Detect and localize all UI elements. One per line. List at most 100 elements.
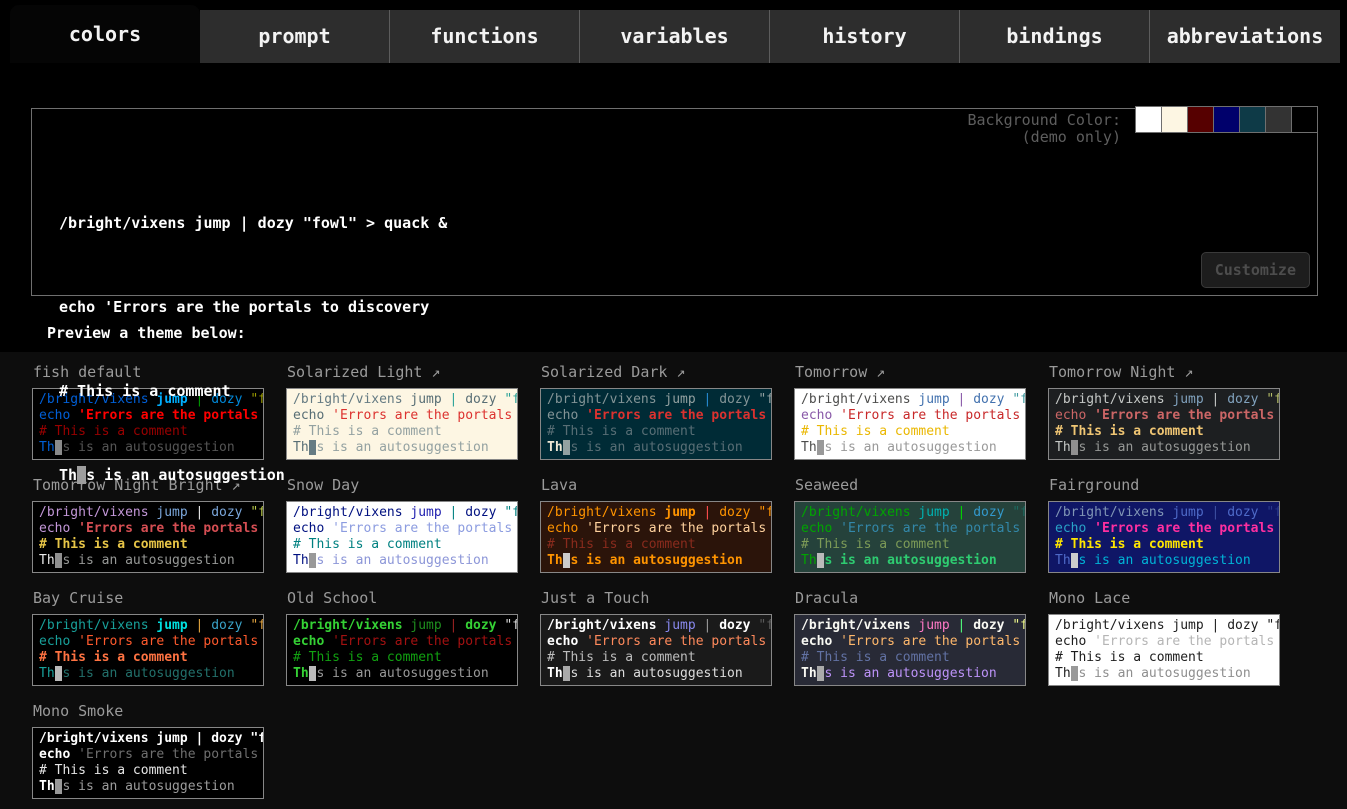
theme-sample-command-line: /bright/vixens jump | dozy "fowl" > quac… bbox=[39, 731, 263, 747]
theme-sample-autosuggestion-line: This is an autosuggestion bbox=[547, 666, 771, 682]
token-echo: echo bbox=[547, 634, 578, 649]
theme-sample-comment-line: # This is a comment bbox=[1055, 650, 1279, 666]
token-quote: "fowl" > quack & bbox=[758, 618, 772, 633]
theme-sample-autosuggestion-line: This is an autosuggestion bbox=[547, 553, 771, 569]
theme-sample-command-line: /bright/vixens jump | dozy "fowl" > quac… bbox=[293, 618, 517, 634]
tab-variables[interactable]: variables bbox=[580, 10, 770, 63]
token-typed: Th bbox=[1055, 666, 1071, 681]
token-path: /bright/vixens bbox=[801, 618, 911, 633]
token-typed: Th bbox=[293, 666, 309, 681]
token-autosuggestion: s is an autosuggestion bbox=[570, 553, 742, 568]
theme-title: Mono Smoke bbox=[32, 699, 265, 727]
token-quote: "fowl" > quack & bbox=[250, 618, 264, 633]
token-pipe: | bbox=[196, 618, 204, 633]
token-quote: "fowl" > quack & bbox=[250, 731, 264, 746]
swatch-maroon[interactable] bbox=[1187, 106, 1214, 133]
token-typed: Th bbox=[293, 553, 309, 568]
background-color-label-line1: Background Color: bbox=[967, 111, 1121, 129]
token-autosuggestion: s is an autosuggestion bbox=[570, 666, 742, 681]
theme-sample-comment-line: # This is a comment bbox=[801, 650, 1025, 666]
theme-sample-error-line: echo 'Errors are the portals to discover… bbox=[801, 634, 1025, 650]
tab-colors[interactable]: colors bbox=[10, 5, 200, 63]
token-error: 'Errors are the portals to discovery bbox=[586, 634, 772, 649]
theme-title: Dracula bbox=[794, 586, 1027, 614]
sample-line-autosuggestion: This is an autosuggestion bbox=[59, 461, 1317, 489]
tab-history[interactable]: history bbox=[770, 10, 960, 63]
token-echo: echo bbox=[39, 747, 70, 762]
theme-sample-error-line: echo 'Errors are the portals to discover… bbox=[547, 634, 771, 650]
theme-sample-autosuggestion-line: This is an autosuggestion bbox=[39, 666, 263, 682]
theme-sample-error-line: echo 'Errors are the portals to discover… bbox=[293, 634, 517, 650]
token-typed: Th bbox=[39, 553, 55, 568]
token-command2: dozy bbox=[719, 618, 750, 633]
token-autosuggestion: s is an autosuggestion bbox=[824, 553, 996, 568]
token-path: /bright/vixens bbox=[293, 618, 403, 633]
token-echo: echo bbox=[293, 634, 324, 649]
theme-title: Mono Lace bbox=[1048, 586, 1281, 614]
token-error: 'Errors are the portals to discovery bbox=[78, 634, 264, 649]
background-color-label: Background Color:(demo only) bbox=[967, 112, 1121, 146]
theme-card-just-a-touch[interactable]: /bright/vixens jump | dozy "fowl" > quac… bbox=[540, 614, 772, 686]
tab-bindings[interactable]: bindings bbox=[960, 10, 1150, 63]
token-error: 'Errors are the portals to discovery bbox=[840, 634, 1026, 649]
theme-sample-command-line: /bright/vixens jump | dozy "fowl" > quac… bbox=[801, 618, 1025, 634]
theme-sample-autosuggestion-line: This is an autosuggestion bbox=[293, 666, 517, 682]
tab-functions[interactable]: functions bbox=[390, 10, 580, 63]
token-echo: echo bbox=[1055, 634, 1086, 649]
theme-card-mono-lace[interactable]: /bright/vixens jump | dozy "fowl" > quac… bbox=[1048, 614, 1280, 686]
sample-line-comment: # This is a comment bbox=[59, 377, 1317, 405]
token-quote: "fowl" > quack & bbox=[1266, 618, 1280, 633]
theme-title: Bay Cruise bbox=[32, 586, 265, 614]
theme-sample-autosuggestion-line: This is an autosuggestion bbox=[801, 553, 1025, 569]
customize-button[interactable]: Customize bbox=[1201, 252, 1310, 288]
token-path: /bright/vixens bbox=[547, 618, 657, 633]
theme-sample-comment-line: # This is a comment bbox=[39, 763, 263, 779]
theme-preview-mono-lace: Mono Lace/bright/vixens jump | dozy "fow… bbox=[1048, 586, 1281, 686]
token-error: 'Errors are the portals to discovery bbox=[78, 747, 264, 762]
sample-text: /bright/vixens jump | dozy "fowl" > quac… bbox=[32, 109, 1317, 545]
token-typed: Th bbox=[801, 553, 817, 568]
token-echo: echo bbox=[39, 634, 70, 649]
theme-sample-autosuggestion-line: This is an autosuggestion bbox=[39, 553, 263, 569]
token-comment: # This is a comment bbox=[39, 650, 188, 665]
theme-card-old-school[interactable]: /bright/vixens jump | dozy "fowl" > quac… bbox=[286, 614, 518, 686]
theme-sample-comment-line: # This is a comment bbox=[39, 650, 263, 666]
theme-sample-autosuggestion-line: This is an autosuggestion bbox=[39, 779, 263, 795]
tab-abbreviations[interactable]: abbreviations bbox=[1150, 10, 1340, 63]
theme-sample-error-line: echo 'Errors are the portals to discover… bbox=[1055, 634, 1279, 650]
token-autosuggestion: s is an autosuggestion bbox=[1078, 666, 1250, 681]
token-path: /bright/vixens bbox=[39, 731, 149, 746]
theme-card-dracula[interactable]: /bright/vixens jump | dozy "fowl" > quac… bbox=[794, 614, 1026, 686]
token-command: jump bbox=[156, 618, 187, 633]
swatch-black[interactable] bbox=[1291, 106, 1318, 133]
token-typed: Th bbox=[547, 666, 563, 681]
sample-line-error: echo 'Errors are the portals to discover… bbox=[59, 293, 1317, 321]
tab-prompt[interactable]: prompt bbox=[200, 10, 390, 63]
theme-sample-command-line: /bright/vixens jump | dozy "fowl" > quac… bbox=[547, 618, 771, 634]
swatch-white[interactable] bbox=[1135, 106, 1162, 133]
token-typed: Th bbox=[39, 666, 55, 681]
token-command: jump bbox=[1172, 618, 1203, 633]
token-autosuggestion: s is an autosuggestion bbox=[1078, 553, 1250, 568]
token-command: jump bbox=[410, 618, 441, 633]
token-pipe: | bbox=[196, 731, 204, 746]
swatch-navy[interactable] bbox=[1213, 106, 1240, 133]
token-error: 'Errors are the portals to discovery bbox=[332, 634, 518, 649]
token-command2: dozy bbox=[465, 618, 496, 633]
theme-preview-dracula: Dracula/bright/vixens jump | dozy "fowl"… bbox=[794, 586, 1027, 686]
token-autosuggestion: s is an autosuggestion bbox=[62, 666, 234, 681]
token-comment: # This is a comment bbox=[1055, 650, 1204, 665]
token-autosuggestion: s is an autosuggestion bbox=[62, 779, 234, 794]
token-comment: # This is a comment bbox=[39, 763, 188, 778]
theme-card-bay-cruise[interactable]: /bright/vixens jump | dozy "fowl" > quac… bbox=[32, 614, 264, 686]
token-pipe: | bbox=[958, 618, 966, 633]
swatch-dark-teal[interactable] bbox=[1239, 106, 1266, 133]
swatch-charcoal[interactable] bbox=[1265, 106, 1292, 133]
background-color-label-line2: (demo only) bbox=[1022, 128, 1121, 146]
token-pipe: | bbox=[1212, 618, 1220, 633]
swatch-cream[interactable] bbox=[1161, 106, 1188, 133]
token-echo: echo bbox=[801, 634, 832, 649]
theme-card-mono-smoke[interactable]: /bright/vixens jump | dozy "fowl" > quac… bbox=[32, 727, 264, 799]
sample-line-command: /bright/vixens jump | dozy "fowl" > quac… bbox=[59, 209, 1317, 237]
token-path: /bright/vixens bbox=[1055, 618, 1165, 633]
